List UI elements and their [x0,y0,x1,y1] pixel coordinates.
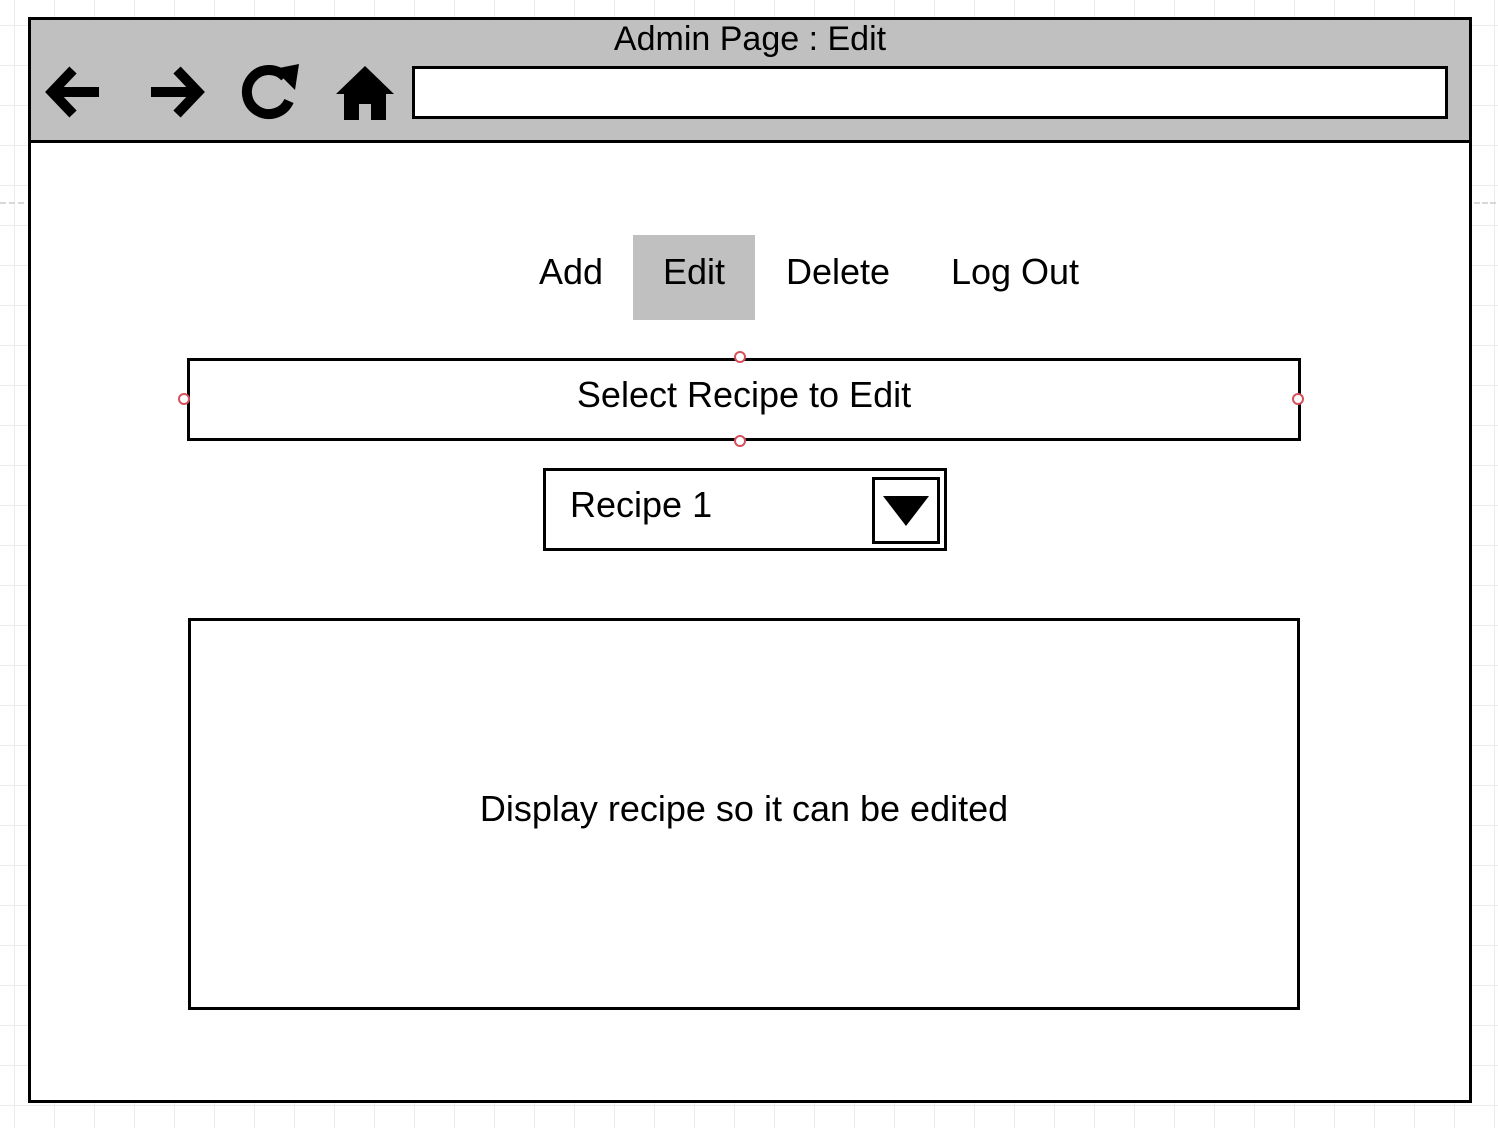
selection-handle-bottom [734,435,746,447]
recipe-edit-area[interactable]: Display recipe so it can be edited [188,618,1300,1010]
selection-handle-left [178,393,190,405]
guide-line-right [1474,202,1496,204]
recipe-edit-placeholder: Display recipe so it can be edited [479,788,1009,829]
nav-log-out[interactable]: Log Out [937,235,1093,320]
select-recipe-heading: Select Recipe to Edit [187,358,1301,441]
browser-window: Admin Page : Edit Add Edit Delete Log Ou… [28,17,1472,1103]
recipe-select-value: Recipe 1 [570,484,713,525]
home-icon[interactable] [333,60,397,124]
nav-edit[interactable]: Edit [633,235,755,320]
window-title: Admin Page : Edit [613,20,887,58]
nav-add[interactable]: Add [523,235,619,320]
reload-icon[interactable] [237,60,301,124]
selection-handle-top [734,351,746,363]
dropdown-button[interactable] [872,477,940,544]
browser-toolbar: Admin Page : Edit [31,20,1469,143]
address-bar[interactable] [412,66,1448,119]
forward-arrow-icon[interactable] [145,60,209,124]
selection-handle-right [1292,393,1304,405]
chevron-down-icon [883,496,929,526]
recipe-select[interactable]: Recipe 1 [543,468,947,551]
nav-delete[interactable]: Delete [775,235,901,320]
back-arrow-icon[interactable] [43,60,107,124]
guide-line-left [0,202,24,204]
